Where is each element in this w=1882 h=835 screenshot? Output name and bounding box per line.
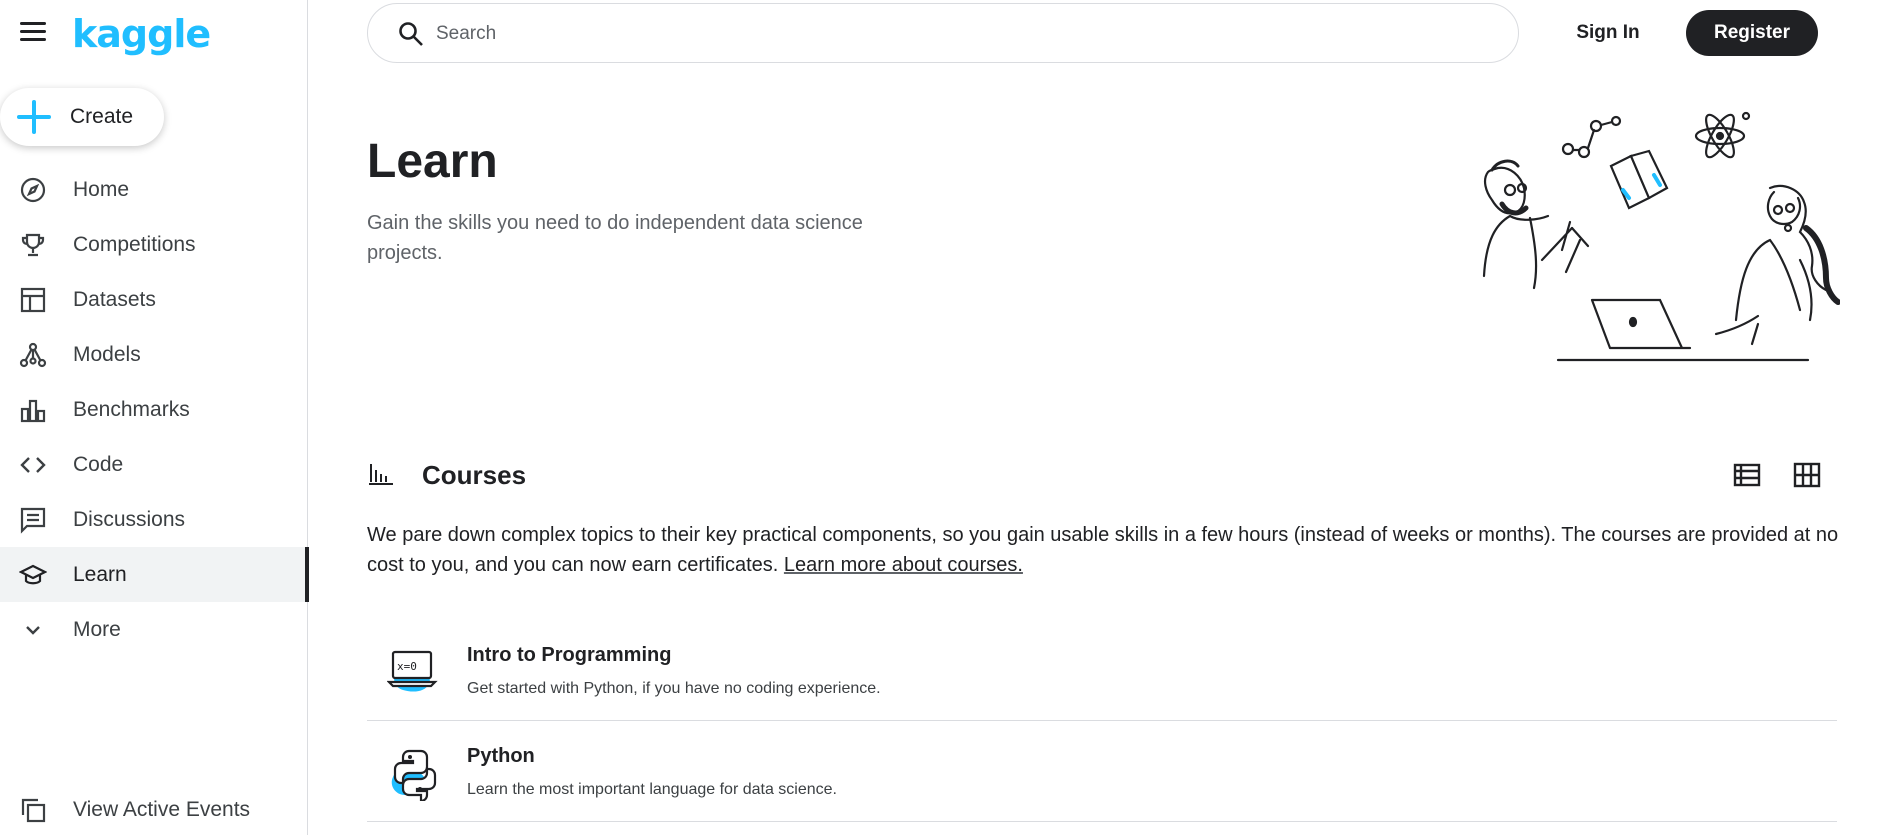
- search-input[interactable]: [436, 18, 1436, 50]
- table-icon: [20, 287, 46, 312]
- register-button[interactable]: Register: [1686, 10, 1818, 56]
- svg-text:x=0: x=0: [397, 660, 417, 673]
- grid-view-icon[interactable]: [1792, 460, 1822, 490]
- sidebar-item-home[interactable]: Home: [0, 162, 308, 217]
- graduation-cap-icon: [19, 564, 47, 584]
- course-title: Python: [467, 745, 535, 767]
- bar-chart-icon: [20, 399, 46, 422]
- sign-in-button[interactable]: Sign In: [1560, 10, 1656, 56]
- view-active-events-link[interactable]: View Active Events: [0, 785, 308, 835]
- trophy-icon: [21, 233, 45, 256]
- sidebar-topbar: kaggle: [0, 0, 308, 68]
- search-icon: [399, 22, 423, 46]
- page-subtitle: Gain the skills you need to do independe…: [367, 212, 863, 264]
- sidebar-item-label: Benchmarks: [73, 397, 190, 421]
- copy-icon: [21, 798, 46, 823]
- course-python[interactable]: Python Learn the most important language…: [367, 721, 1837, 822]
- kaggle-logo[interactable]: kaggle: [72, 12, 211, 56]
- courses-header: Courses: [367, 458, 1837, 494]
- sidebar-item-label: Learn: [73, 562, 127, 586]
- page-title: Learn: [367, 135, 498, 188]
- course-description: Learn the most important language for da…: [467, 781, 837, 798]
- course-list: x=0 Intro to Programming Get started wit…: [367, 620, 1837, 822]
- sidebar-item-models[interactable]: Models: [0, 327, 308, 382]
- courses-title: Courses: [422, 460, 527, 490]
- code-icon: [20, 456, 46, 473]
- list-view-icon[interactable]: [1732, 460, 1762, 490]
- sidebar-item-label: Home: [73, 177, 130, 201]
- models-icon: [19, 342, 47, 367]
- sidebar-item-competitions[interactable]: Competitions: [0, 217, 308, 272]
- course-description: Get started with Python, if you have no …: [467, 680, 881, 697]
- sidebar-item-datasets[interactable]: Datasets: [0, 272, 308, 327]
- chevron-down-icon: [26, 625, 40, 635]
- search-bar[interactable]: [367, 3, 1519, 63]
- courses-description-text: We pare down complex topics to their key…: [367, 524, 1839, 576]
- sidebar-item-label: Models: [73, 342, 141, 366]
- python-icon: [391, 749, 437, 801]
- plus-icon: [14, 97, 54, 137]
- sidebar-item-label: Code: [73, 452, 124, 476]
- course-intro-to-programming[interactable]: x=0 Intro to Programming Get started wit…: [367, 620, 1837, 721]
- learn-more-link[interactable]: Learn more about courses.: [784, 554, 1023, 576]
- sidebar-item-discussions[interactable]: Discussions: [0, 492, 308, 547]
- view-active-events-label: View Active Events: [73, 798, 251, 821]
- course-title: Intro to Programming: [467, 644, 672, 666]
- sidebar-item-label: Datasets: [73, 287, 156, 311]
- learning-illustration: [1482, 111, 1840, 362]
- courses-bars-icon: [369, 464, 393, 485]
- create-button-label: Create: [70, 105, 134, 128]
- create-button[interactable]: Create: [0, 88, 164, 146]
- courses-description: We pare down complex topics to their key…: [367, 520, 1847, 580]
- sidebar-nav: Home Competitions Datasets Models Benchm…: [0, 162, 309, 657]
- sidebar-item-label: Competitions: [73, 232, 196, 256]
- sidebar-item-label: Discussions: [73, 507, 186, 531]
- sidebar-item-benchmarks[interactable]: Benchmarks: [0, 382, 308, 437]
- hamburger-menu-icon[interactable]: [20, 22, 46, 44]
- sidebar-item-code[interactable]: Code: [0, 437, 308, 492]
- sidebar: kaggle Create Home Competitions Datasets…: [0, 0, 309, 835]
- sidebar-item-learn[interactable]: Learn: [0, 547, 309, 602]
- sidebar-item-more[interactable]: More: [0, 602, 308, 657]
- compass-icon: [20, 177, 46, 202]
- sidebar-item-label: More: [73, 617, 121, 641]
- laptop-icon: x=0: [387, 650, 438, 692]
- comment-icon: [20, 507, 46, 534]
